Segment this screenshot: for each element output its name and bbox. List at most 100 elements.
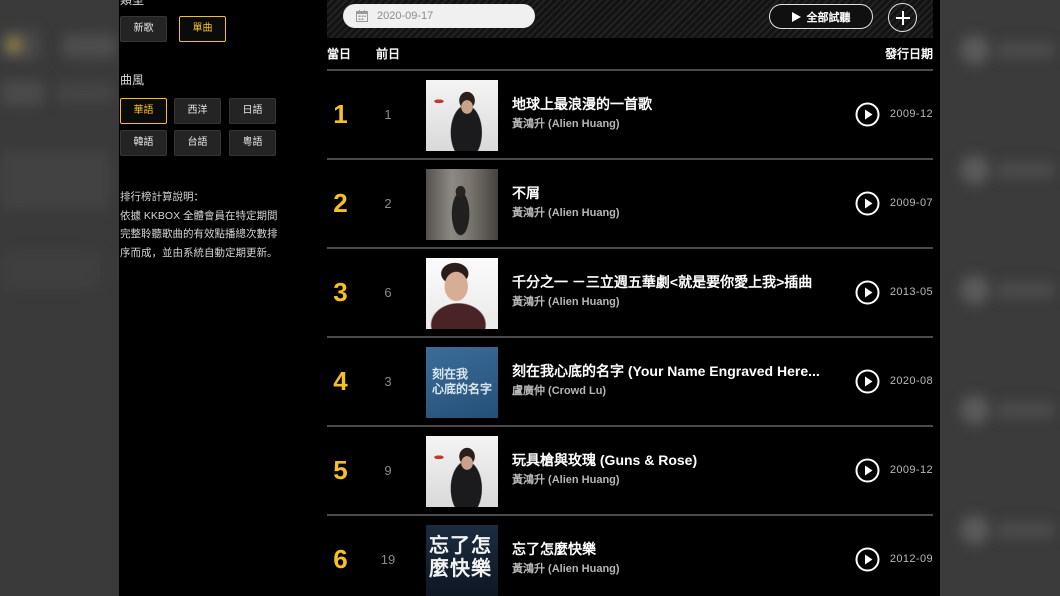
album-cover[interactable]	[426, 169, 498, 240]
blur-blob	[0, 250, 100, 290]
type-label: 類型	[120, 0, 145, 7]
release-date: 2009-12	[889, 108, 933, 120]
play-song-button[interactable]	[855, 369, 880, 394]
song-title[interactable]: 玩具槍與玫瑰 (Guns & Rose)	[512, 451, 850, 469]
blur-blob	[62, 34, 117, 58]
genre-label: 曲風	[120, 73, 145, 87]
play-song-button[interactable]	[855, 458, 880, 483]
song-title[interactable]: 忘了怎麼快樂	[512, 540, 850, 558]
song-title[interactable]: 不屑	[512, 184, 850, 202]
album-cover-text-line: 心底的名字	[432, 382, 493, 396]
play-circle-icon	[855, 191, 880, 216]
rank-previous: 3	[384, 374, 392, 389]
chart-row[interactable]: 6 19 忘了怎 麼快樂 忘了怎麼快樂 黃鴻升 (Alien Huang) 20…	[327, 516, 933, 596]
artist-name[interactable]: 盧廣仲 (Crowd Lu)	[512, 384, 812, 399]
chart-row[interactable]: 1 1 地球上最浪漫的一首歌 黃鴻升 (Alien Huang) 2009-12	[327, 71, 933, 160]
chart-list: 1 1 地球上最浪漫的一首歌 黃鴻升 (Alien Huang) 2009-12…	[327, 71, 933, 596]
artist-name[interactable]: 黃鴻升 (Alien Huang)	[512, 295, 812, 310]
chart-row[interactable]: 3 6 千分之一 －三立週五華劇<就是要你愛上我>插曲 黃鴻升 (Alien H…	[327, 249, 933, 338]
play-circle-icon	[855, 458, 880, 483]
album-cover-text-line: 忘了怎	[429, 535, 492, 557]
album-cover[interactable]: 忘了怎 麼快樂	[426, 525, 498, 596]
rank-previous: 6	[384, 285, 392, 300]
rank-previous: 1	[384, 107, 392, 122]
artist-name[interactable]: 黃鴻升 (Alien Huang)	[512, 562, 812, 577]
add-button[interactable]	[888, 3, 917, 32]
calendar-icon	[356, 10, 368, 22]
rank-today: 1	[333, 99, 348, 129]
play-all-button[interactable]: 全部試聽	[769, 4, 873, 29]
chart-row[interactable]: 2 2 不屑 黃鴻升 (Alien Huang) 2009-07	[327, 160, 933, 249]
artist-name[interactable]: 黃鴻升 (Alien Huang)	[512, 117, 812, 132]
blur-blob	[960, 155, 990, 185]
release-date: 2013-05	[889, 286, 933, 298]
song-title[interactable]: 地球上最浪漫的一首歌	[512, 95, 850, 113]
column-header-today: 當日	[327, 47, 352, 61]
rank-previous: 2	[384, 196, 392, 211]
album-cover[interactable]	[426, 80, 498, 151]
rank-previous: 9	[384, 463, 392, 478]
play-circle-icon	[855, 369, 880, 394]
blur-blob	[0, 80, 45, 106]
column-header-previous: 前日	[376, 47, 401, 61]
play-icon	[791, 11, 801, 22]
blur-blob	[6, 38, 22, 52]
date-picker[interactable]: 2020-09-17	[343, 4, 535, 28]
blur-blob	[995, 402, 1055, 418]
album-cover[interactable]	[426, 436, 498, 507]
chart-row[interactable]: 5 9 玩具槍與玫瑰 (Guns & Rose) 黃鴻升 (Alien Huan…	[327, 427, 933, 516]
chart-row[interactable]: 4 3 刻在我 心底的名字 刻在我心底的名字 (Your Name Engrav…	[327, 338, 933, 427]
filter-sidebar: 類型 新歌 單曲 曲風 華語 西洋 日語 韓語 台語 粵語 排行榜計算說明： 依…	[119, 0, 309, 596]
album-cover-text-line: 麼快樂	[429, 558, 492, 580]
chart-description-line: 依據 KKBOX 全體會員在特定期間	[120, 209, 278, 222]
play-circle-icon	[855, 547, 880, 572]
blur-blob	[995, 522, 1055, 538]
genre-option-japanese[interactable]: 日語	[229, 98, 276, 124]
type-option-new-songs[interactable]: 新歌	[120, 16, 167, 42]
rank-today: 6	[333, 544, 348, 574]
release-date: 2012-09	[889, 553, 933, 565]
song-title[interactable]: 千分之一 －三立週五華劇<就是要你愛上我>插曲	[512, 273, 850, 291]
album-cover-text: 忘了怎 麼快樂	[429, 535, 492, 581]
blurred-background-left	[0, 0, 119, 596]
album-cover[interactable]: 刻在我 心底的名字	[426, 347, 498, 418]
album-cover-text: 刻在我 心底的名字	[432, 367, 492, 397]
artist-name[interactable]: 黃鴻升 (Alien Huang)	[512, 206, 812, 221]
song-title[interactable]: 刻在我心底的名字 (Your Name Engraved Here...	[512, 362, 850, 380]
blur-blob	[960, 395, 990, 425]
genre-option-cantonese[interactable]: 粵語	[229, 130, 276, 156]
chart-description-line: 完整聆聽歌曲的有效點播總次數排	[120, 228, 278, 240]
release-date: 2020-08	[889, 375, 933, 387]
play-circle-icon	[855, 280, 880, 305]
date-picker-value: 2020-09-17	[377, 10, 434, 22]
chart-description-line: 序而成，並由系統自動定期更新。	[120, 246, 278, 259]
play-all-label: 全部試聽	[806, 11, 851, 24]
blur-blob	[0, 150, 110, 210]
genre-option-taiwanese[interactable]: 台語	[174, 130, 221, 156]
blur-blob	[995, 282, 1055, 298]
rank-today: 5	[333, 455, 348, 485]
blur-blob	[960, 35, 990, 65]
genre-option-mandarin[interactable]: 華語	[120, 98, 167, 124]
blur-blob	[960, 275, 990, 305]
chart-description-heading: 排行榜計算說明：	[120, 191, 204, 203]
chart-toolbar: 2020-09-17 全部試聽	[327, 0, 933, 38]
play-circle-icon	[855, 102, 880, 127]
release-date: 2009-12	[889, 464, 933, 476]
rank-today: 3	[333, 277, 348, 307]
blur-blob	[995, 42, 1055, 58]
genre-option-korean[interactable]: 韓語	[120, 130, 167, 156]
release-date: 2009-07	[889, 197, 933, 209]
play-song-button[interactable]	[855, 280, 880, 305]
play-song-button[interactable]	[855, 102, 880, 127]
play-song-button[interactable]	[855, 547, 880, 572]
album-cover[interactable]	[426, 258, 498, 329]
plus-icon	[895, 10, 910, 25]
chart-main: 2020-09-17 全部試聽 當日 前日 發行日期 1 1 地球上最浪漫的一首…	[327, 0, 933, 596]
rank-previous: 19	[380, 552, 396, 567]
blur-blob	[55, 82, 115, 104]
type-option-singles[interactable]: 單曲	[179, 16, 226, 42]
play-song-button[interactable]	[855, 191, 880, 216]
artist-name[interactable]: 黃鴻升 (Alien Huang)	[512, 473, 812, 488]
genre-option-western[interactable]: 西洋	[174, 98, 221, 124]
